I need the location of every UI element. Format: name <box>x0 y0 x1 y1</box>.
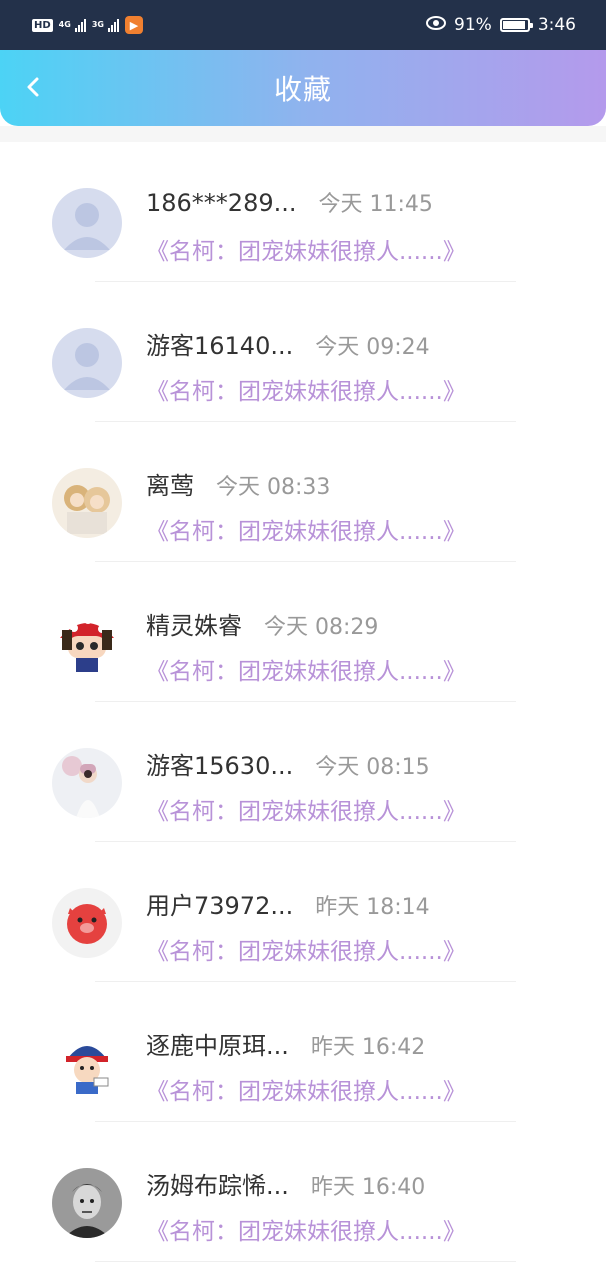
user-name: 用户73972... <box>146 892 294 920</box>
section-divider <box>0 126 606 142</box>
user-name: 逐鹿中原珥... <box>146 1032 289 1060</box>
network-type-1: 4G <box>58 20 71 29</box>
status-left: HD 4G 3G ▶ <box>32 16 143 34</box>
timestamp: 昨天 16:42 <box>310 1035 426 1060</box>
user-name: 精灵姝睿 <box>146 612 242 640</box>
status-right: 91% 3:46 <box>426 15 576 35</box>
timestamp: 今天 11:45 <box>318 192 433 217</box>
status-bar: HD 4G 3G ▶ 91% 3:46 <box>0 0 606 50</box>
timestamp: 昨天 16:40 <box>310 1175 426 1200</box>
app-notification-icon: ▶ <box>124 16 143 34</box>
book-title-link[interactable]: 《名柯：团宠妹妹很撩人......》 <box>146 652 466 686</box>
item-header: 186***289... 今天 11:45 <box>146 186 433 218</box>
item-header: 逐鹿中原珥... 昨天 16:42 <box>146 1026 425 1061</box>
clock: 3:46 <box>537 15 576 35</box>
avatar[interactable] <box>52 1168 122 1238</box>
timestamp: 今天 08:33 <box>216 475 331 500</box>
book-title-link[interactable]: 《名柯：团宠妹妹很撩人......》 <box>146 1212 466 1246</box>
avatar[interactable] <box>52 328 122 398</box>
avatar[interactable] <box>52 608 122 678</box>
hd-indicator: HD <box>32 18 53 32</box>
book-title-link[interactable]: 《名柯：团宠妹妹很撩人......》 <box>146 232 466 266</box>
user-name: 游客16140... <box>146 332 294 360</box>
list-item[interactable]: 游客16140... 今天 09:24 《名柯：团宠妹妹很撩人......》 <box>0 282 606 422</box>
item-header: 精灵姝睿 今天 08:29 <box>146 606 378 641</box>
list-item[interactable]: 汤姆布踪悕... 昨天 16:40 《名柯：团宠妹妹很撩人......》 <box>0 1122 606 1262</box>
timestamp: 今天 08:15 <box>315 755 430 780</box>
avatar[interactable] <box>52 468 122 538</box>
timestamp: 今天 09:24 <box>315 335 430 360</box>
list-item[interactable]: 精灵姝睿 今天 08:29 《名柯：团宠妹妹很撩人......》 <box>0 562 606 702</box>
user-name: 游客15630... <box>146 752 294 780</box>
page-title: 收藏 <box>273 73 332 106</box>
signal-icon-2 <box>107 18 119 32</box>
item-header: 汤姆布踪悕... 昨天 16:40 <box>146 1166 425 1201</box>
list-item[interactable]: 用户73972... 昨天 18:14 《名柯：团宠妹妹很撩人......》 <box>0 842 606 982</box>
timestamp: 今天 08:29 <box>264 615 379 640</box>
item-header: 游客15630... 今天 08:15 <box>146 746 430 781</box>
battery-icon <box>499 18 533 32</box>
user-name: 186***289... <box>146 189 297 217</box>
back-button[interactable] <box>18 72 48 102</box>
top-nav-bar: 收藏 <box>0 50 606 126</box>
item-header: 用户73972... 昨天 18:14 <box>146 886 430 921</box>
avatar[interactable] <box>52 188 122 258</box>
book-title-link[interactable]: 《名柯：团宠妹妹很撩人......》 <box>146 512 466 546</box>
item-header: 游客16140... 今天 09:24 <box>146 326 430 361</box>
book-title-link[interactable]: 《名柯：团宠妹妹很撩人......》 <box>146 932 466 966</box>
list-item[interactable]: 离莺 今天 08:33 《名柯：团宠妹妹很撩人......》 <box>0 422 606 562</box>
avatar[interactable] <box>52 888 122 958</box>
chevron-left-icon <box>27 77 39 97</box>
battery-percent: 91% <box>454 15 492 35</box>
list-item[interactable]: 186***289... 今天 11:45 《名柯：团宠妹妹很撩人......》 <box>0 142 606 282</box>
timestamp: 昨天 18:14 <box>315 895 430 920</box>
user-name: 汤姆布踪悕... <box>146 1172 289 1200</box>
item-header: 离莺 今天 08:33 <box>146 466 330 501</box>
eye-comfort-icon <box>426 15 447 35</box>
user-name: 离莺 <box>146 472 194 500</box>
list-item[interactable]: 游客15630... 今天 08:15 《名柯：团宠妹妹很撩人......》 <box>0 702 606 842</box>
avatar[interactable] <box>52 1028 122 1098</box>
list-item[interactable]: 逐鹿中原珥... 昨天 16:42 《名柯：团宠妹妹很撩人......》 <box>0 982 606 1122</box>
book-title-link[interactable]: 《名柯：团宠妹妹很撩人......》 <box>146 792 466 826</box>
book-title-link[interactable]: 《名柯：团宠妹妹很撩人......》 <box>146 1072 466 1106</box>
avatar[interactable] <box>52 748 122 818</box>
book-title-link[interactable]: 《名柯：团宠妹妹很撩人......》 <box>146 372 466 406</box>
signal-icon <box>74 18 86 32</box>
favorites-list: 186***289... 今天 11:45 《名柯：团宠妹妹很撩人......》 游客… <box>0 142 606 1262</box>
network-type-2: 3G <box>91 20 104 29</box>
